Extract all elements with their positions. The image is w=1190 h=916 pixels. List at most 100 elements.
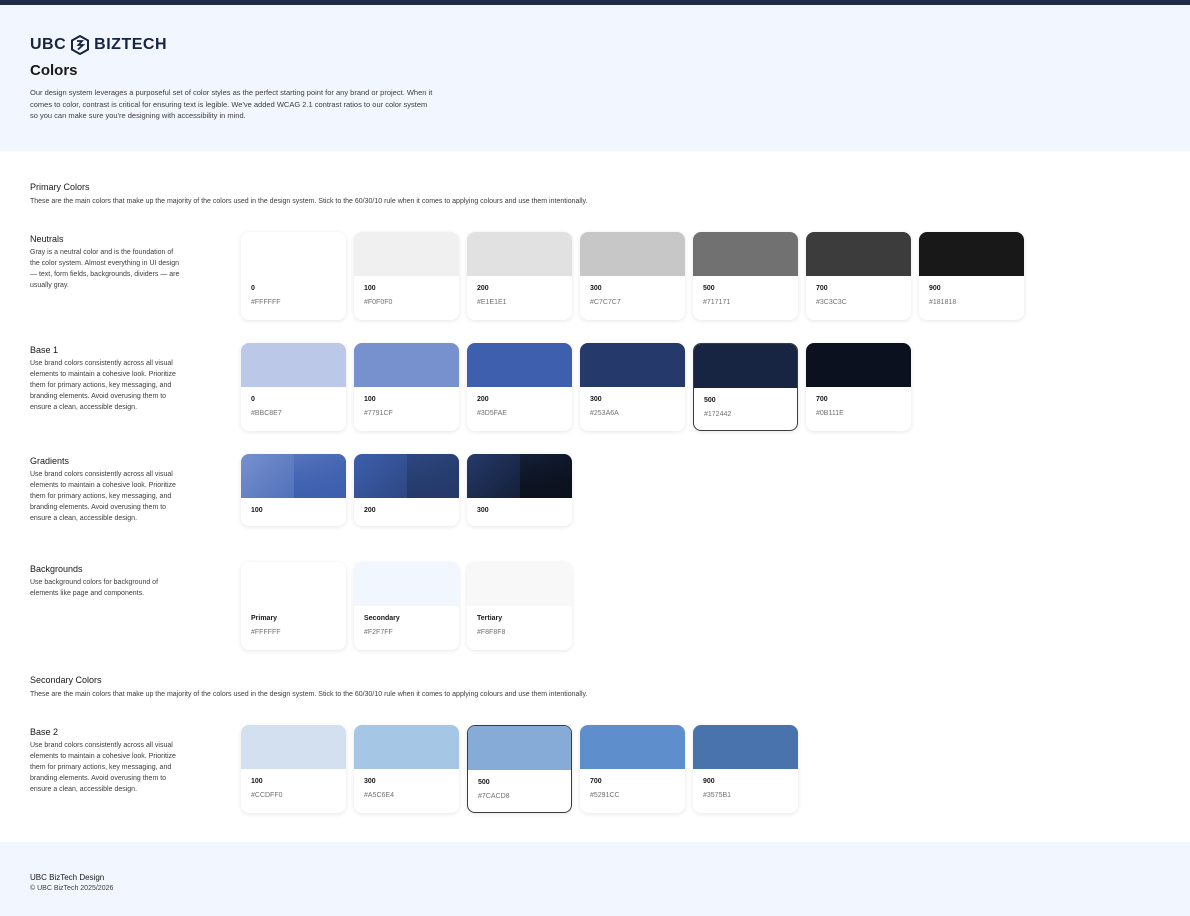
swatch-color xyxy=(241,562,346,606)
group-title: Base 1 xyxy=(30,345,59,355)
swatch-card[interactable]: 0 #BBC8E7 xyxy=(241,343,346,431)
logo-text-ubc: UBC xyxy=(30,36,67,53)
swatch-card[interactable]: 300 #C7C7C7 xyxy=(580,232,685,320)
swatch-card[interactable]: 200 #3D5FAE xyxy=(467,343,572,431)
swatch-card[interactable]: 900 #181818 xyxy=(919,232,1024,320)
swatch-color xyxy=(241,725,346,769)
swatch-card[interactable]: 300 #A5C6E4 xyxy=(354,725,459,813)
logo-hexagon-icon xyxy=(71,35,90,55)
swatch-color xyxy=(467,232,572,276)
group-gradients: Gradients Use brand colors consistently … xyxy=(30,456,190,524)
swatch-name: 100 xyxy=(251,507,263,514)
group-neutrals: Neutrals Gray is a neutral color and is … xyxy=(30,234,190,291)
logo-text-biztech: BIZTECH xyxy=(94,36,167,53)
group-description: Use brand colors consistently across all… xyxy=(30,742,176,793)
swatch-name: 200 xyxy=(477,396,489,403)
base1-swatch-row: 0 #BBC8E7 100 #7791CF 200 #3D5FAE 300 #253A6… xyxy=(241,343,911,431)
gradient-swatch xyxy=(467,454,572,498)
swatch-card[interactable]: 100 #F0F0F0 xyxy=(354,232,459,320)
page-header: UBC BIZTECH Colors Our design system lev… xyxy=(0,5,1190,151)
swatch-color xyxy=(468,726,571,770)
section-desc-secondary: These are the main colors that make up t… xyxy=(30,691,588,698)
swatch-color xyxy=(241,343,346,387)
swatch-card[interactable]: Primary #FFFFFF xyxy=(241,562,346,650)
gradient-card[interactable]: 300 xyxy=(467,454,572,526)
swatch-hex: #BBC8E7 xyxy=(251,410,282,417)
swatch-hex: #C7C7C7 xyxy=(590,299,621,306)
swatch-card-selected[interactable]: 500 #172442 xyxy=(693,343,798,431)
gradient-swatch-shade xyxy=(406,454,459,498)
swatch-hex: #0B111E xyxy=(816,410,844,417)
section-desc-primary: These are the main colors that make up t… xyxy=(30,198,588,205)
swatch-name: 300 xyxy=(364,778,376,785)
base2-swatch-row: 100 #CCDFF0 300 #A5C6E4 500 #7CACD8 700 #529… xyxy=(241,725,798,813)
swatch-card[interactable]: 200 #E1E1E1 xyxy=(467,232,572,320)
swatch-color xyxy=(693,232,798,276)
swatch-name: 500 xyxy=(478,779,490,786)
swatch-name: 0 xyxy=(251,396,255,403)
swatch-hex: #F8F8F8 xyxy=(477,629,506,636)
group-description: Gray is a neutral color and is the found… xyxy=(30,249,180,289)
gradient-swatch-shade xyxy=(519,454,572,498)
swatch-card[interactable]: 700 #0B111E xyxy=(806,343,911,431)
swatch-name: 300 xyxy=(477,507,489,514)
swatch-hex: #CCDFF0 xyxy=(251,792,283,799)
swatch-card[interactable]: 100 #CCDFF0 xyxy=(241,725,346,813)
page-title: Colors xyxy=(30,62,78,79)
group-base-1: Base 1 Use brand colors consistently acr… xyxy=(30,345,190,413)
swatch-card[interactable]: 700 #5291CC xyxy=(580,725,685,813)
swatch-card[interactable]: Tertiary #F8F8F8 xyxy=(467,562,572,650)
swatch-color xyxy=(241,232,346,276)
swatch-name: Secondary xyxy=(364,615,400,622)
swatch-hex: #A5C6E4 xyxy=(364,792,394,799)
section-title-secondary: Secondary Colors xyxy=(30,675,102,685)
swatch-name: Tertiary xyxy=(477,615,503,622)
swatch-hex: #F0F0F0 xyxy=(364,299,393,306)
gradient-swatch-shade xyxy=(293,454,346,498)
swatch-name: 500 xyxy=(704,397,716,404)
swatch-hex: #253A6A xyxy=(590,410,619,417)
swatch-name: Primary xyxy=(251,615,278,622)
swatch-color xyxy=(806,343,911,387)
gradient-card[interactable]: 200 xyxy=(354,454,459,526)
swatch-color xyxy=(806,232,911,276)
swatch-card-selected[interactable]: 500 #7CACD8 xyxy=(467,725,572,813)
swatch-card[interactable]: 300 #253A6A xyxy=(580,343,685,431)
swatch-hex: #FFFFFF xyxy=(251,629,281,636)
group-description: Use brand colors consistently across all… xyxy=(30,360,176,411)
group-base-2: Base 2 Use brand colors consistently acr… xyxy=(30,727,190,795)
swatch-name: 100 xyxy=(364,285,376,292)
swatch-color xyxy=(580,232,685,276)
swatch-hex: #7791CF xyxy=(364,410,393,417)
swatch-hex: #181818 xyxy=(929,299,957,306)
group-backgrounds: Backgrounds Use background colors for ba… xyxy=(30,564,190,599)
swatch-name: 100 xyxy=(251,778,263,785)
swatch-hex: #3C3C3C xyxy=(816,299,847,306)
biztech-logo[interactable]: UBC BIZTECH xyxy=(30,35,167,55)
section-title-primary: Primary Colors xyxy=(30,182,90,192)
swatch-name: 100 xyxy=(364,396,376,403)
swatch-color xyxy=(919,232,1024,276)
group-title: Base 2 xyxy=(30,727,59,737)
swatch-card[interactable]: 500 #717171 xyxy=(693,232,798,320)
gradient-card[interactable]: 100 xyxy=(241,454,346,526)
swatch-name: 700 xyxy=(816,285,828,292)
swatch-card[interactable]: 0 #FFFFFF xyxy=(241,232,346,320)
group-title: Gradients xyxy=(30,456,70,466)
swatch-hex: #717171 xyxy=(703,299,731,306)
swatch-card[interactable]: Secondary #F2F7FF xyxy=(354,562,459,650)
swatch-hex: #FFFFFF xyxy=(251,299,281,306)
swatch-card[interactable]: 700 #3C3C3C xyxy=(806,232,911,320)
swatch-card[interactable]: 100 #7791CF xyxy=(354,343,459,431)
swatch-color xyxy=(354,725,459,769)
swatch-color xyxy=(580,725,685,769)
swatch-name: 700 xyxy=(816,396,828,403)
swatch-name: 200 xyxy=(477,285,489,292)
swatch-hex: #172442 xyxy=(704,411,732,418)
swatch-name: 700 xyxy=(590,778,602,785)
swatch-color xyxy=(467,343,572,387)
swatch-color xyxy=(580,343,685,387)
swatch-card[interactable]: 900 #3575B1 xyxy=(693,725,798,813)
swatch-color xyxy=(354,232,459,276)
swatch-name: 900 xyxy=(703,778,715,785)
